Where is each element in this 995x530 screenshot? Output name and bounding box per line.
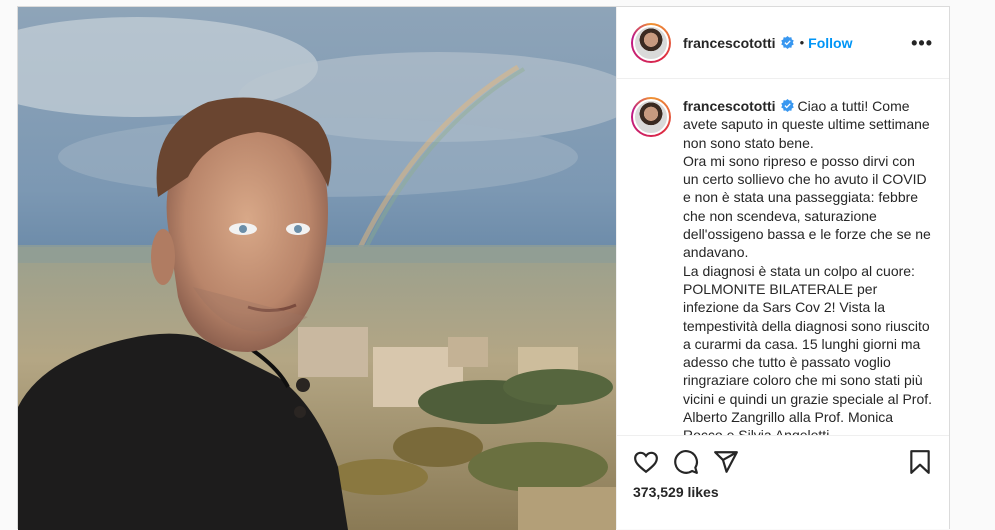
caption-block: francescototti Ciao a tutti! Come avete … (683, 97, 933, 435)
more-options-icon[interactable]: ••• (911, 34, 933, 52)
bookmark-icon[interactable] (907, 449, 933, 475)
separator-dot: • (799, 35, 805, 50)
follow-button[interactable]: Follow (808, 35, 852, 51)
post-sidebar: francescototti • Follow ••• francescotot… (616, 7, 949, 529)
verified-badge-icon (780, 36, 794, 49)
post-header: francescototti • Follow ••• (617, 7, 949, 79)
caption-username[interactable]: francescototti (683, 98, 776, 114)
author-avatar[interactable] (631, 22, 671, 63)
comment-icon[interactable] (673, 449, 699, 475)
likes-count[interactable]: 373,529 likes (633, 484, 933, 500)
caption-avatar[interactable] (631, 97, 671, 137)
photo-scene (18, 7, 616, 530)
share-icon[interactable] (713, 449, 739, 475)
post-actions: 373,529 likes (617, 435, 949, 529)
author-username[interactable]: francescototti (683, 35, 776, 51)
caption-text: Ciao a tutti! Come avete saputo in quest… (683, 98, 933, 435)
instagram-post: francescototti • Follow ••• francescotot… (17, 6, 950, 530)
caption-section: francescototti Ciao a tutti! Come avete … (617, 79, 949, 435)
heart-icon[interactable] (633, 449, 659, 475)
verified-badge-icon (780, 99, 794, 112)
post-photo[interactable] (18, 7, 616, 530)
